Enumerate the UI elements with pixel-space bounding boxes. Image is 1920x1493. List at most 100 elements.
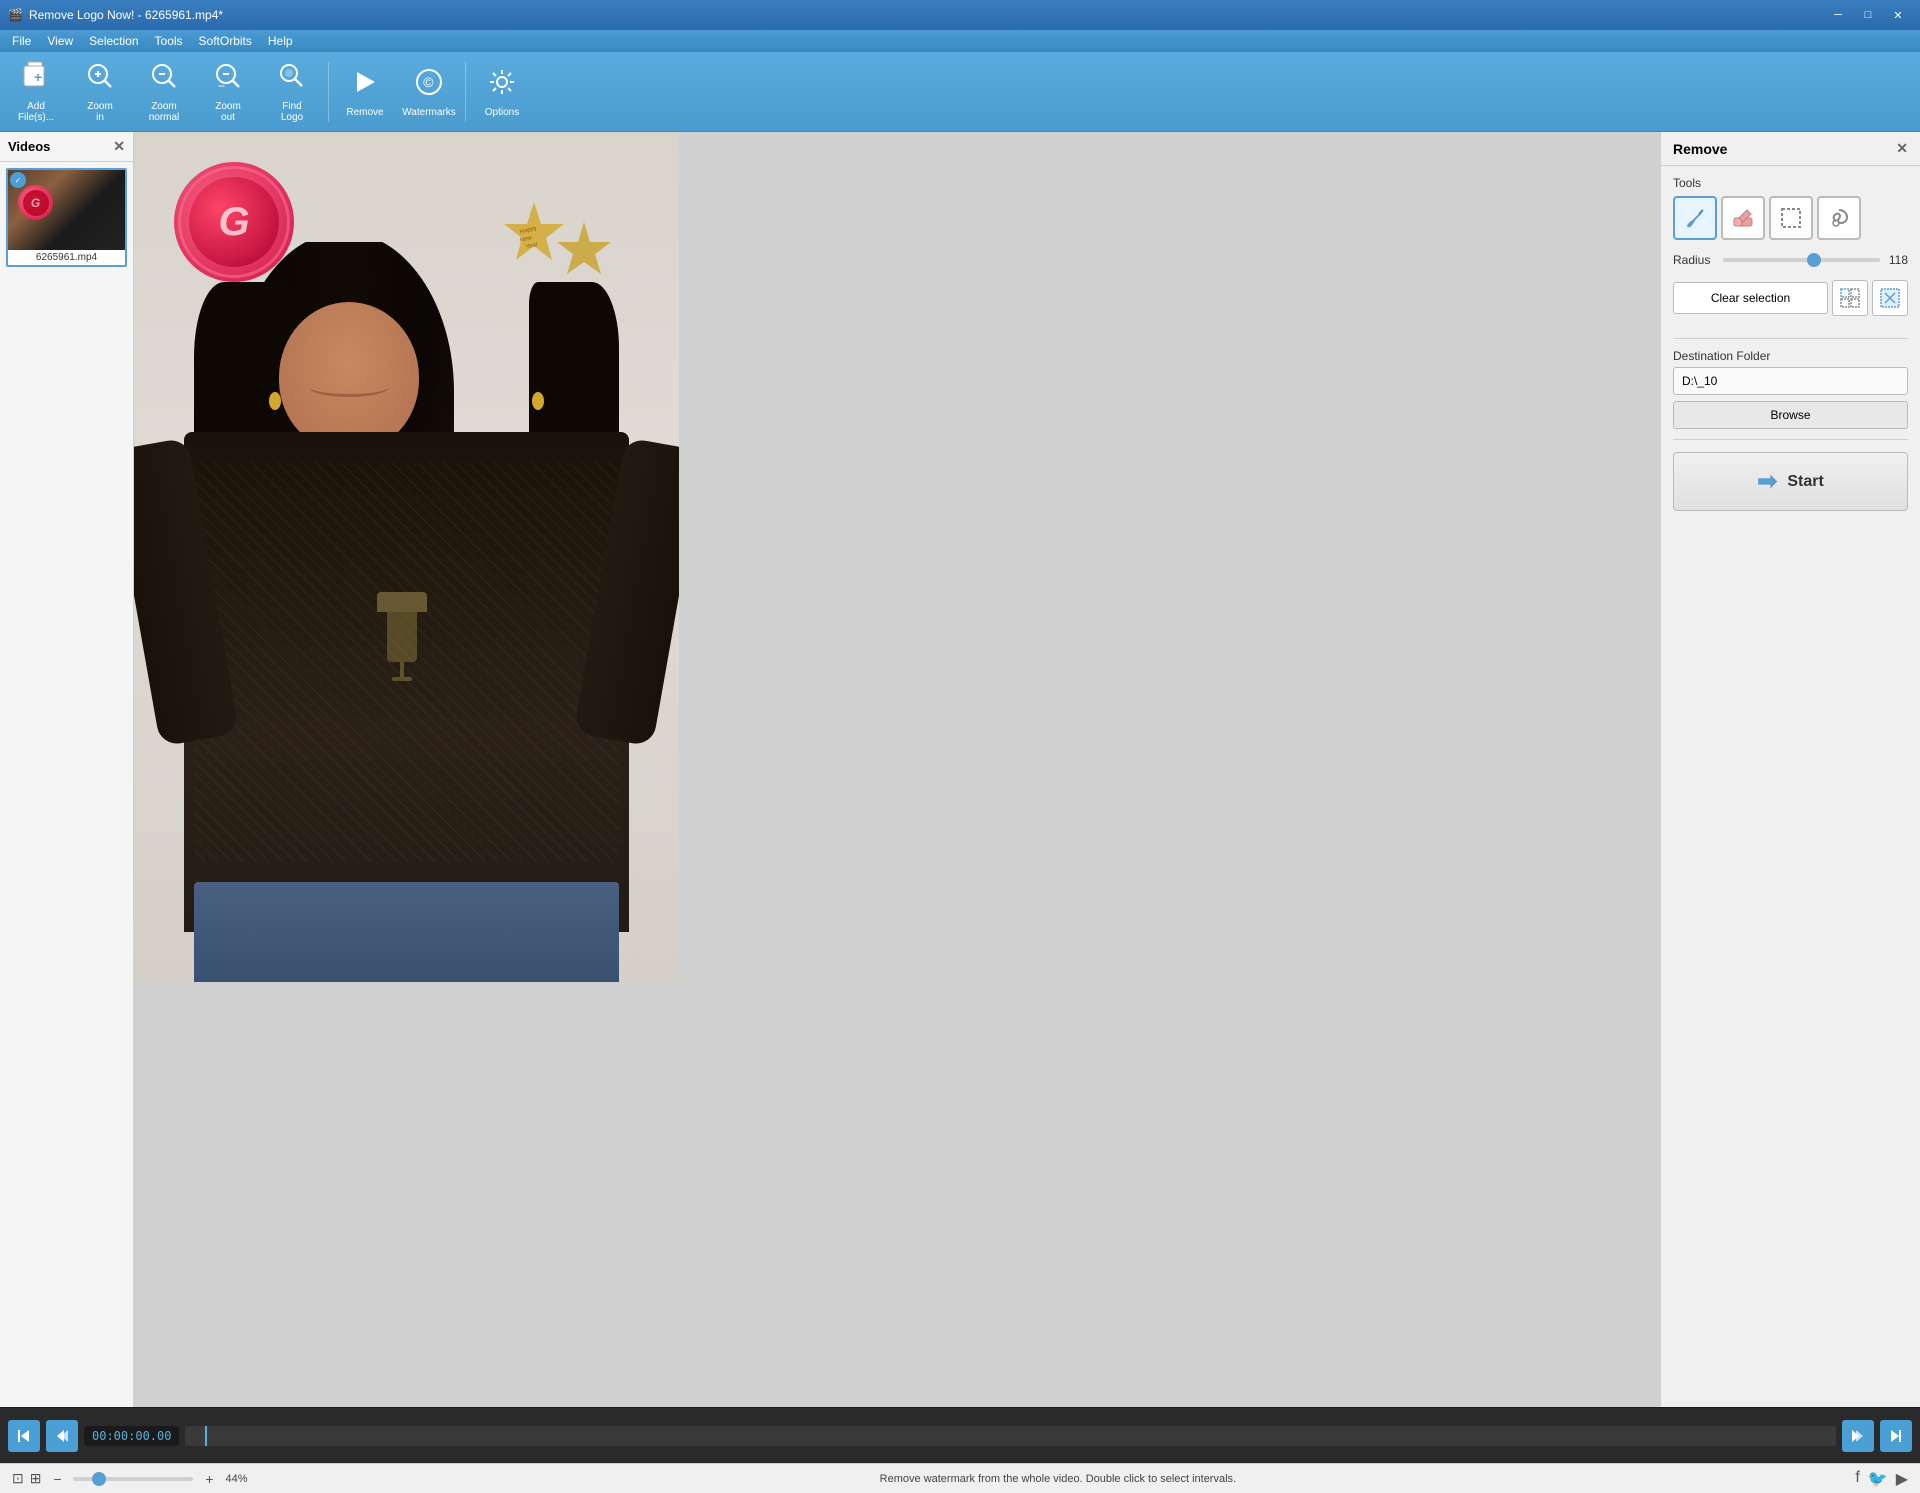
select-interval-button[interactable] (1872, 280, 1908, 316)
skip-start-icon (16, 1428, 32, 1444)
brush-icon (1683, 206, 1707, 230)
watermarks-icon: © (413, 66, 445, 103)
tools-section: Tools (1661, 166, 1920, 338)
radius-label: Radius (1673, 253, 1723, 267)
options-icon (486, 66, 518, 103)
watermarks-label: Watermarks (402, 107, 456, 118)
start-button[interactable]: ➡ Start (1673, 452, 1908, 511)
skip-to-start-button[interactable] (8, 1420, 40, 1452)
radius-slider[interactable] (1723, 258, 1880, 262)
add-files-label: AddFile(s)... (18, 101, 54, 123)
toolbar-options[interactable]: Options (470, 56, 534, 128)
toolbar-watermarks[interactable]: © Watermarks (397, 56, 461, 128)
youtube-share-icon[interactable]: ▶ (1896, 1469, 1908, 1489)
zoom-marquee-icon[interactable]: ⊞ (30, 1470, 42, 1487)
status-message: Remove watermark from the whole video. D… (260, 1473, 1855, 1485)
right-panel: Remove ✕ Tools (1660, 132, 1920, 1407)
menu-softorbits[interactable]: SoftOrbits (191, 32, 260, 50)
sidebar-close-button[interactable]: ✕ (113, 138, 125, 155)
lasso-icon (1827, 206, 1851, 230)
thumbnail-image: G ✓ (8, 170, 126, 250)
menu-help[interactable]: Help (260, 32, 301, 50)
toolbar-zoom-out[interactable]: − Zoomout (196, 56, 260, 128)
clear-selection-button[interactable]: Clear selection (1673, 282, 1828, 314)
find-logo-label: FindLogo (281, 101, 303, 123)
skip-end-icon (1888, 1428, 1904, 1444)
zoom-out-status-button[interactable]: − (47, 1471, 67, 1487)
clear-selection-row: Clear selection (1673, 280, 1908, 316)
toolbar-remove[interactable]: Remove (333, 56, 397, 128)
toolbar: + AddFile(s)... Zoomin Zoomnormal (0, 52, 1920, 132)
main-layout: Videos ✕ G ✓ 6265961.mp4 G (0, 132, 1920, 1407)
menu-view[interactable]: View (39, 32, 81, 50)
right-panel-header: Remove ✕ (1661, 132, 1920, 166)
zoom-out-icon: − (212, 60, 244, 97)
window-controls: ─ □ ✕ (1824, 5, 1912, 25)
tools-section-label: Tools (1673, 176, 1908, 190)
zoom-in-status-button[interactable]: + (199, 1471, 219, 1487)
thumbnail-label: 6265961.mp4 (8, 250, 125, 265)
toolbar-sep-2 (465, 62, 466, 122)
destination-folder-label: Destination Folder (1673, 349, 1908, 363)
facebook-share-icon[interactable]: f (1855, 1469, 1859, 1489)
maximize-button[interactable]: □ (1854, 5, 1882, 25)
select-all-frames-button[interactable] (1832, 280, 1868, 316)
radius-slider-container (1723, 250, 1880, 270)
start-label: Start (1787, 473, 1823, 491)
video-thumbnail-item[interactable]: G ✓ 6265961.mp4 (6, 168, 127, 267)
sidebar: Videos ✕ G ✓ 6265961.mp4 (0, 132, 134, 1407)
prev-frame-button[interactable] (46, 1420, 78, 1452)
toolbar-zoom-normal[interactable]: Zoomnormal (132, 56, 196, 128)
lasso-tool-button[interactable] (1817, 196, 1861, 240)
toolbar-add-files[interactable]: + AddFile(s)... (4, 56, 68, 128)
select-interval-icon (1879, 287, 1901, 309)
share-icons: f 🐦 ▶ (1855, 1469, 1908, 1489)
destination-section: Destination Folder Browse (1661, 339, 1920, 439)
close-button[interactable]: ✕ (1884, 5, 1912, 25)
remove-icon (349, 66, 381, 103)
sidebar-title: Videos (8, 139, 50, 154)
toolbar-find-logo[interactable]: FindLogo (260, 56, 324, 128)
svg-text:©: © (423, 74, 434, 90)
timeline-right-buttons (1842, 1420, 1912, 1452)
minimize-button[interactable]: ─ (1824, 5, 1852, 25)
toolbar-zoom-in[interactable]: Zoomin (68, 56, 132, 128)
menu-file[interactable]: File (4, 32, 39, 50)
zoom-slider[interactable] (73, 1477, 193, 1481)
radius-control: Radius 118 (1673, 250, 1908, 270)
panel-close-button[interactable]: ✕ (1896, 140, 1908, 157)
panel-title: Remove (1673, 141, 1727, 157)
eraser-tool-button[interactable] (1721, 196, 1765, 240)
panel-divider-2 (1673, 439, 1908, 440)
add-files-icon: + (20, 60, 52, 97)
zoom-to-fit-icon[interactable]: ⊡ (12, 1470, 24, 1487)
prev-frame-icon (54, 1428, 70, 1444)
browse-button[interactable]: Browse (1673, 401, 1908, 429)
zoom-out-label: Zoomout (215, 101, 241, 123)
twitter-share-icon[interactable]: 🐦 (1868, 1469, 1888, 1489)
zoom-in-label: Zoomin (87, 101, 113, 123)
canvas-area[interactable]: G Happy New Year (134, 132, 1660, 1407)
zoom-normal-icon (148, 60, 180, 97)
brush-tool-button[interactable] (1673, 196, 1717, 240)
start-arrow-icon: ➡ (1757, 467, 1777, 496)
menu-selection[interactable]: Selection (81, 32, 146, 50)
video-canvas: G Happy New Year (134, 132, 679, 982)
destination-folder-input[interactable] (1673, 367, 1908, 395)
sidebar-header: Videos ✕ (0, 132, 133, 162)
options-label: Options (485, 107, 519, 118)
app-icon: 🎬 (8, 8, 23, 22)
skip-to-end-button[interactable] (1880, 1420, 1912, 1452)
rect-select-tool-button[interactable] (1769, 196, 1813, 240)
menu-tools[interactable]: Tools (147, 32, 191, 50)
timeline: 00:00:00.00 (0, 1407, 1920, 1463)
eraser-icon (1731, 206, 1755, 230)
thumbnail-badge: ✓ (10, 172, 26, 188)
menu-bar: File View Selection Tools SoftOrbits Hel… (0, 30, 1920, 52)
zoom-value-display: 44% (225, 1473, 260, 1485)
zoom-normal-label: Zoomnormal (149, 101, 180, 123)
find-logo-icon (276, 60, 308, 97)
timeline-time-display: 00:00:00.00 (84, 1426, 179, 1446)
next-frame-button[interactable] (1842, 1420, 1874, 1452)
timeline-track[interactable] (185, 1426, 1836, 1446)
